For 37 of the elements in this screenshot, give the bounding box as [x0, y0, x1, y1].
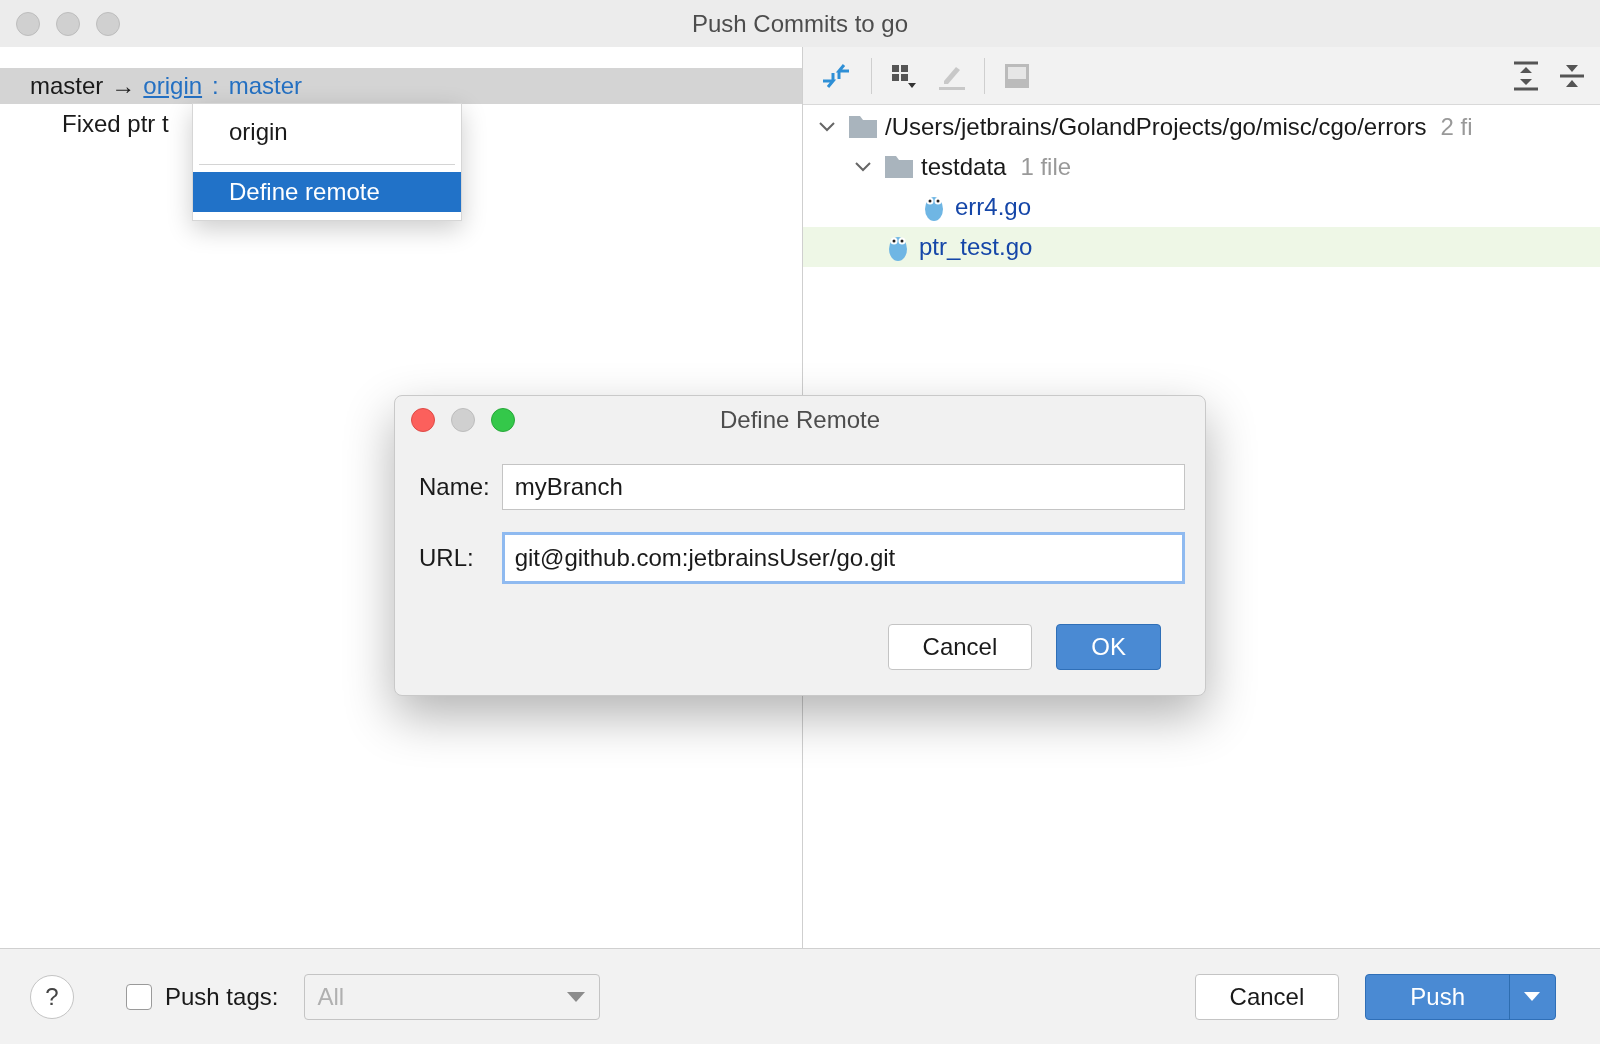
commit-message[interactable]: Fixed ptr t [62, 104, 169, 144]
checkbox[interactable] [126, 983, 152, 1010]
help-button[interactable]: ? [30, 974, 74, 1019]
panel-icon[interactable] [1003, 61, 1031, 90]
expand-all-icon[interactable] [1512, 60, 1540, 91]
cancel-button[interactable]: Cancel [887, 624, 1033, 670]
window-title: Push Commits to go [691, 9, 909, 38]
input-field[interactable]: myBranch [501, 464, 1185, 510]
separator-text: : [212, 72, 219, 100]
file-count: 1 file [1020, 153, 1072, 181]
minimize-button[interactable] [451, 408, 475, 432]
file-count: 2 fi [1440, 113, 1473, 141]
dropdown-caret-icon [567, 991, 586, 1002]
push-tags-label: Push tags: [165, 982, 279, 1011]
close-button[interactable] [411, 408, 435, 432]
tree-row[interactable]: ptr_test.go [803, 227, 1600, 267]
tree-row[interactable]: /Users/jetbrains/GolandProjects/go/misc/cgo/errors 2 fi [803, 107, 1600, 147]
tree-row[interactable]: testdata 1 file [803, 147, 1600, 187]
menu-item[interactable]: Define remote [193, 172, 461, 212]
dialog-title: Define Remote [719, 406, 881, 434]
field-label: URL: [419, 544, 475, 572]
branch-name: master [30, 72, 104, 100]
ok-button[interactable]: OK [1056, 624, 1161, 670]
folder-icon [849, 116, 877, 138]
folder-name: testdata [921, 153, 1007, 181]
cancel-button[interactable]: Cancel [1194, 973, 1340, 1020]
folder-icon [885, 156, 913, 178]
arrow-text: → [111, 72, 136, 100]
zoom-button[interactable] [491, 408, 515, 432]
folder-name: /Users/jetbrains/GolandProjects/go/misc/cgo/errors [885, 113, 1427, 141]
field-label: Name: [419, 473, 490, 501]
file-name: err4.go [955, 193, 1032, 221]
tree-row[interactable]: err4.go [803, 187, 1600, 227]
push-button[interactable]: Push [1365, 973, 1556, 1020]
input-field[interactable]: git@github.com:jetbrainsUser/go.git [501, 532, 1185, 584]
file-name: ptr_test.go [919, 233, 1033, 261]
menu-item[interactable]: origin [193, 112, 461, 152]
